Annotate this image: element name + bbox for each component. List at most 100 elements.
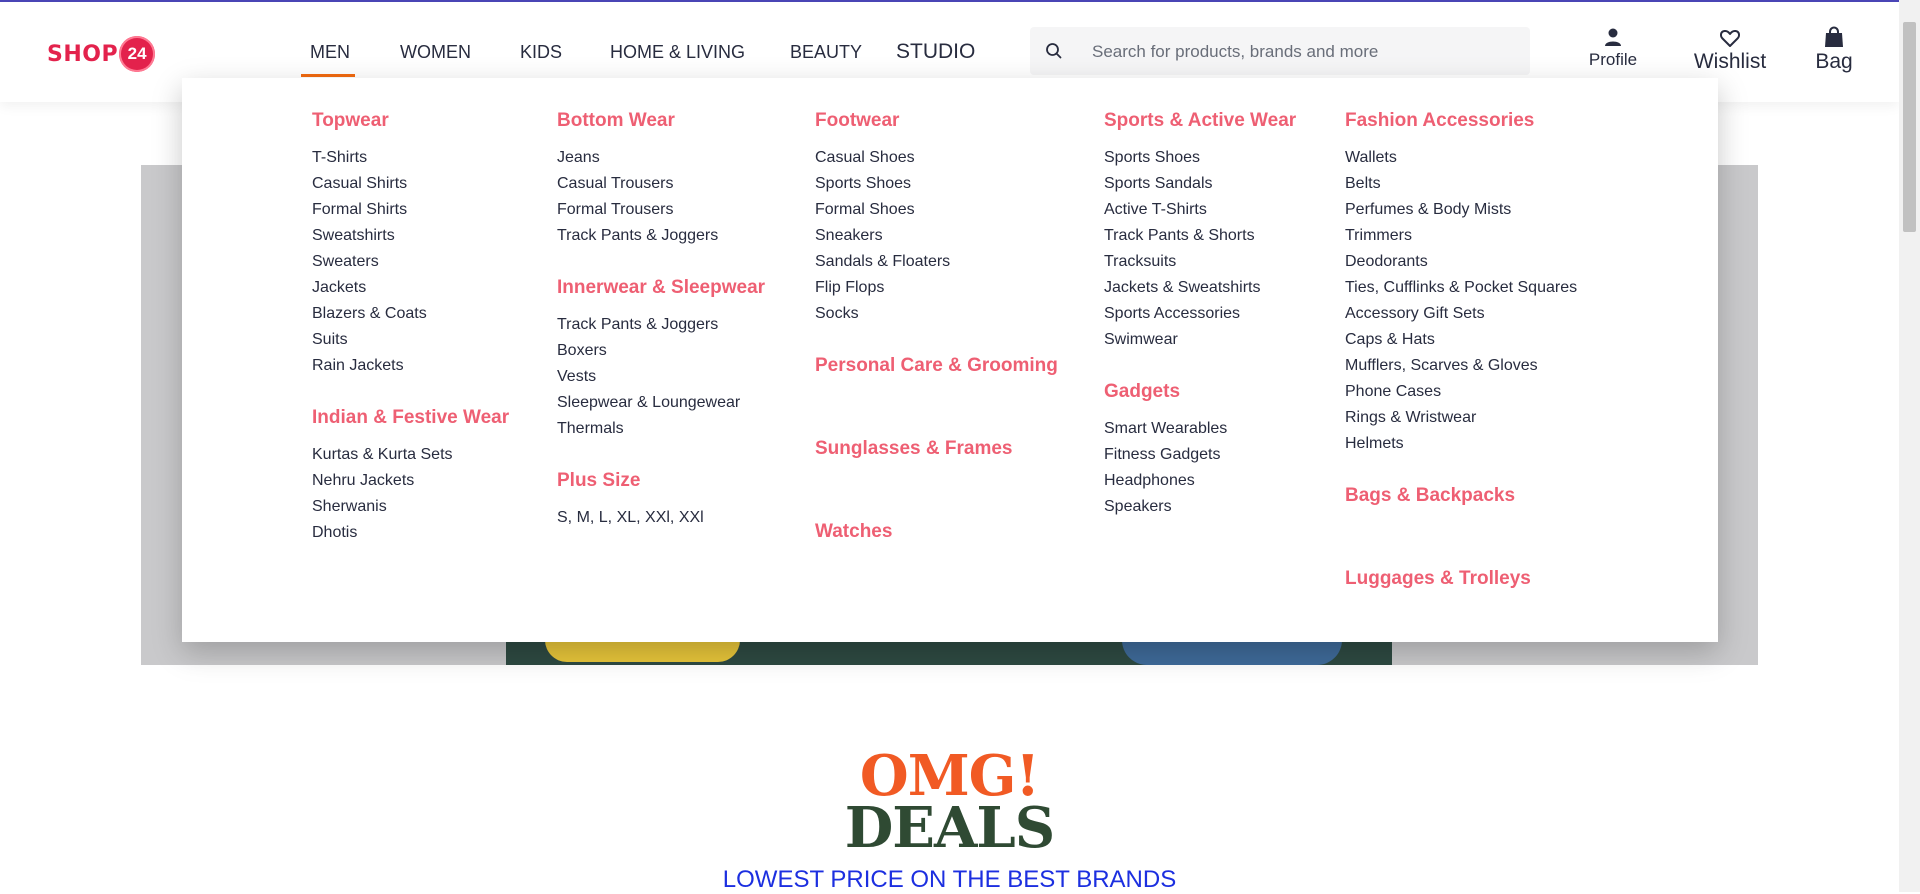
mega-menu-link[interactable]: Helmets bbox=[1345, 431, 1577, 457]
mega-menu-link[interactable]: Sports Shoes bbox=[1104, 145, 1296, 171]
mega-menu-link[interactable]: Deodorants bbox=[1345, 249, 1577, 275]
profile-label: Profile bbox=[1588, 50, 1638, 69]
mega-menu-link[interactable]: Wallets bbox=[1345, 145, 1577, 171]
mega-menu-link[interactable]: Rings & Wristwear bbox=[1345, 405, 1577, 431]
mega-menu-link[interactable]: Ties, Cufflinks & Pocket Squares bbox=[1345, 275, 1577, 301]
mega-menu-link[interactable]: Sneakers bbox=[815, 223, 1058, 249]
mega-menu-link[interactable]: Trimmers bbox=[1345, 223, 1577, 249]
mega-menu-link[interactable]: Thermals bbox=[557, 416, 765, 442]
bag-button[interactable]: Bag bbox=[1810, 26, 1858, 74]
mega-menu-link[interactable]: Dhotis bbox=[312, 520, 509, 546]
mega-menu-link[interactable]: Active T-Shirts bbox=[1104, 197, 1296, 223]
promo-tagline: LOWEST PRICE ON THE BEST BRANDS bbox=[722, 866, 1177, 893]
mega-menu-link[interactable]: Smart Wearables bbox=[1104, 416, 1296, 442]
mega-menu-category[interactable]: Watches bbox=[815, 521, 1058, 543]
mega-menu-link[interactable]: Casual Shoes bbox=[815, 145, 1058, 171]
mega-menu-link[interactable]: Casual Trousers bbox=[557, 171, 765, 197]
mega-menu-link[interactable]: T-Shirts bbox=[312, 145, 509, 171]
nav-studio[interactable]: STUDIO bbox=[896, 40, 975, 64]
mega-menu-link[interactable]: Sports Accessories bbox=[1104, 301, 1296, 327]
search-bar[interactable] bbox=[1030, 27, 1530, 77]
bag-icon bbox=[1825, 26, 1843, 47]
mega-menu-link[interactable]: Sandals & Floaters bbox=[815, 249, 1058, 275]
page-scrollbar[interactable] bbox=[1899, 0, 1920, 892]
mega-menu-link[interactable]: Track Pants & Joggers bbox=[557, 223, 765, 249]
mega-menu-link[interactable]: Swimwear bbox=[1104, 327, 1296, 353]
mega-menu-link[interactable]: Headphones bbox=[1104, 468, 1296, 494]
mega-menu-link[interactable]: Casual Shirts bbox=[312, 171, 509, 197]
mega-menu-link[interactable]: Rain Jackets bbox=[312, 353, 509, 379]
mega-menu-category[interactable]: Bottom Wear bbox=[557, 110, 765, 132]
wishlist-button[interactable]: Wishlist bbox=[1690, 26, 1770, 74]
mega-menu-link[interactable]: Nehru Jackets bbox=[312, 468, 509, 494]
mega-menu-link[interactable]: Track Pants & Shorts bbox=[1104, 223, 1296, 249]
profile-button[interactable]: Profile bbox=[1585, 26, 1641, 70]
mega-menu-link[interactable]: Formal Shoes bbox=[815, 197, 1058, 223]
mega-menu-category[interactable]: Gadgets bbox=[1104, 381, 1296, 403]
mega-menu-link[interactable]: S, M, L, XL, XXl, XXl bbox=[557, 505, 765, 531]
mega-menu-category[interactable]: Topwear bbox=[312, 110, 509, 132]
mega-menu-section: Plus Size S, M, L, XL, XXl, XXl bbox=[557, 470, 765, 531]
nav-home-living[interactable]: HOME & LIVING bbox=[610, 42, 745, 63]
mega-menu-link[interactable]: Formal Trousers bbox=[557, 197, 765, 223]
mega-menu-category[interactable]: Sports & Active Wear bbox=[1104, 110, 1296, 132]
mega-menu-section: Topwear T-Shirts Casual Shirts Formal Shirt… bbox=[312, 110, 509, 379]
mega-menu-link[interactable]: Sports Shoes bbox=[815, 171, 1058, 197]
mega-menu-link[interactable]: Speakers bbox=[1104, 494, 1296, 520]
nav-men[interactable]: MEN bbox=[310, 42, 350, 63]
mega-menu-link[interactable]: Boxers bbox=[557, 338, 765, 364]
mega-menu-category[interactable]: Fashion Accessories bbox=[1345, 110, 1577, 132]
brand-logo[interactable]: SHOP 24 bbox=[47, 36, 156, 72]
mega-menu-link[interactable]: Fitness Gadgets bbox=[1104, 442, 1296, 468]
mega-menu-section: Bags & Backpacks bbox=[1345, 485, 1577, 507]
mega-menu-column: Footwear Casual Shoes Sports Shoes Formal S… bbox=[815, 110, 1058, 556]
mega-menu-category[interactable]: Innerwear & Sleepwear bbox=[557, 277, 765, 299]
nav-kids[interactable]: KIDS bbox=[520, 42, 562, 63]
mega-menu-link[interactable]: Accessory Gift Sets bbox=[1345, 301, 1577, 327]
bag-label: Bag bbox=[1815, 50, 1853, 73]
mega-menu-category[interactable]: Bags & Backpacks bbox=[1345, 485, 1577, 507]
mega-menu-link[interactable]: Formal Shirts bbox=[312, 197, 509, 223]
mega-menu-category[interactable]: Sunglasses & Frames bbox=[815, 438, 1058, 460]
mega-menu-link[interactable]: Belts bbox=[1345, 171, 1577, 197]
mega-menu-category[interactable]: Luggages & Trolleys bbox=[1345, 568, 1577, 590]
mega-menu-link[interactable]: Jackets bbox=[312, 275, 509, 301]
mega-menu-category[interactable]: Personal Care & Grooming bbox=[815, 355, 1058, 377]
mega-menu-link[interactable]: Jeans bbox=[557, 145, 765, 171]
mega-menu-section: Personal Care & Grooming bbox=[815, 355, 1058, 377]
mega-menu-link[interactable]: Perfumes & Body Mists bbox=[1345, 197, 1577, 223]
mega-menu-link[interactable]: Mufflers, Scarves & Gloves bbox=[1345, 353, 1577, 379]
mega-menu-link[interactable]: Sweaters bbox=[312, 249, 509, 275]
mega-menu-link[interactable]: Flip Flops bbox=[815, 275, 1058, 301]
mega-menu-category[interactable]: Footwear bbox=[815, 110, 1058, 132]
mega-menu-link[interactable]: Blazers & Coats bbox=[312, 301, 509, 327]
mega-menu-section: Footwear Casual Shoes Sports Shoes Formal S… bbox=[815, 110, 1058, 327]
mega-menu-link[interactable]: Tracksuits bbox=[1104, 249, 1296, 275]
scrollbar-thumb[interactable] bbox=[1903, 22, 1916, 232]
hero-banner-shape bbox=[1122, 640, 1342, 665]
mega-menu-link[interactable]: Suits bbox=[312, 327, 509, 353]
search-input[interactable] bbox=[1090, 27, 1514, 77]
mega-menu-link[interactable]: Track Pants & Joggers bbox=[557, 312, 765, 338]
nav-women[interactable]: WOMEN bbox=[400, 42, 471, 63]
mega-menu-category[interactable]: Indian & Festive Wear bbox=[312, 407, 509, 429]
mega-menu-link[interactable]: Phone Cases bbox=[1345, 379, 1577, 405]
person-icon bbox=[1605, 28, 1621, 46]
mega-menu-column: Topwear T-Shirts Casual Shirts Formal Shirt… bbox=[312, 110, 509, 546]
mega-menu-link[interactable]: Caps & Hats bbox=[1345, 327, 1577, 353]
mega-menu-column: Bottom Wear Jeans Casual Trousers Formal Tr… bbox=[557, 110, 765, 531]
mega-menu-link[interactable]: Vests bbox=[557, 364, 765, 390]
mega-menu-link[interactable]: Sweatshirts bbox=[312, 223, 509, 249]
mega-menu-category[interactable]: Plus Size bbox=[557, 470, 765, 492]
mega-menu-link[interactable]: Sherwanis bbox=[312, 494, 509, 520]
search-icon[interactable] bbox=[1044, 41, 1064, 61]
mega-menu-link[interactable]: Jackets & Sweatshirts bbox=[1104, 275, 1296, 301]
mega-menu-link[interactable]: Sports Sandals bbox=[1104, 171, 1296, 197]
nav-beauty[interactable]: BEAUTY bbox=[790, 42, 862, 63]
mega-menu-link[interactable]: Kurtas & Kurta Sets bbox=[312, 442, 509, 468]
mega-menu-link[interactable]: Sleepwear & Loungewear bbox=[557, 390, 765, 416]
mega-menu-link[interactable]: Socks bbox=[815, 301, 1058, 327]
